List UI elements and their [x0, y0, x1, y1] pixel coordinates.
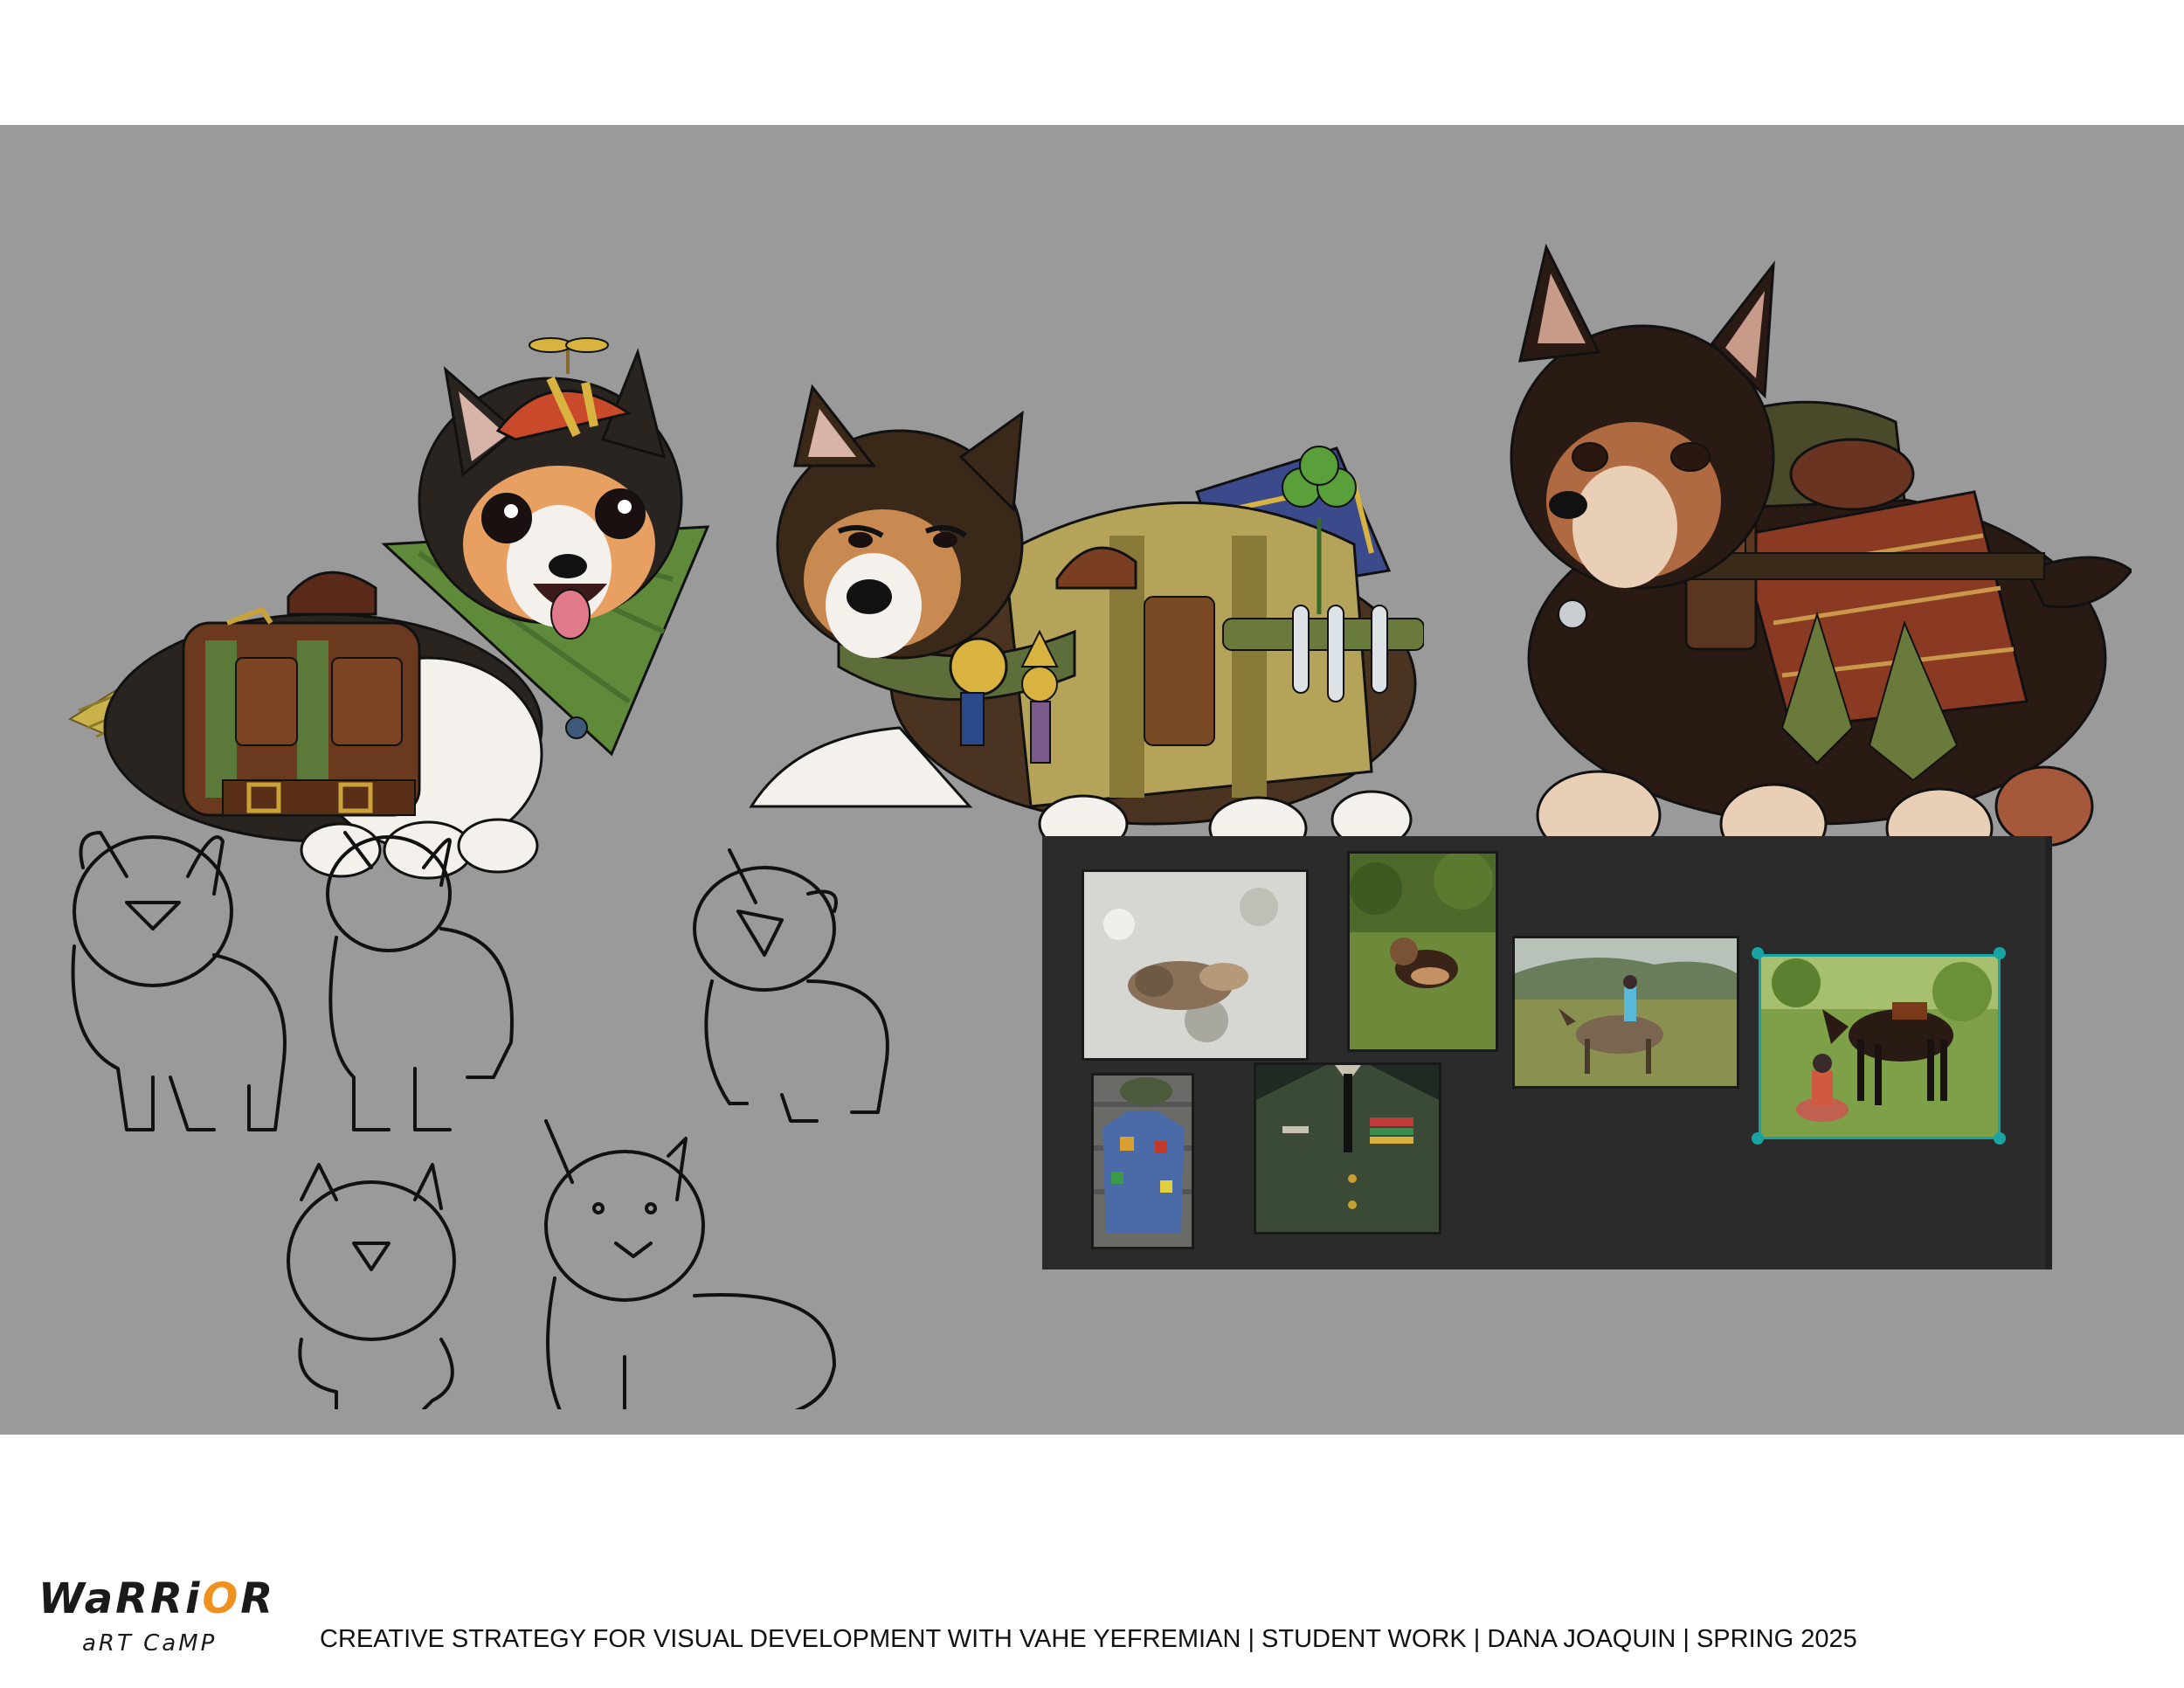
corgi-illustration-1	[67, 337, 710, 880]
photo-corgi-snow[interactable]	[1082, 869, 1309, 1061]
photo-corgi-grass[interactable]	[1347, 851, 1498, 1052]
sketch-1	[71, 831, 287, 1131]
reference-moodboard	[1042, 836, 2052, 1269]
corgi-illustration-2	[749, 384, 1424, 861]
logo-text-suffix: R	[240, 1574, 276, 1623]
sketch-2	[326, 831, 514, 1131]
photo-military-uniform[interactable]	[1254, 1062, 1441, 1235]
sketch-3	[693, 848, 889, 1123]
selection-handle-bottom-right[interactable]	[1994, 1132, 2006, 1145]
photo-rider-horse[interactable]	[1512, 936, 1739, 1089]
selection-handle-bottom-left[interactable]	[1752, 1132, 1764, 1145]
artboard-panel	[0, 125, 2184, 1435]
selection-handle-top-left[interactable]	[1752, 947, 1764, 959]
photo-girl-with-horse[interactable]	[1759, 954, 2001, 1139]
logo-subtitle: aRT CaMP	[82, 1630, 218, 1657]
sketch-4	[287, 1163, 456, 1409]
corgi-sketches	[71, 831, 889, 1409]
selection-handle-top-right[interactable]	[1994, 947, 2006, 959]
warrior-logo: WaRRiOR	[38, 1574, 275, 1623]
corgi-illustration-3	[1510, 243, 2132, 869]
logo-text-prefix: WaRRi	[38, 1574, 203, 1623]
sketch-5	[544, 1119, 836, 1409]
logo-o-letter: O	[202, 1574, 241, 1623]
photo-scout-uniform[interactable]	[1091, 1073, 1194, 1249]
course-credits: CREATIVE STRATEGY FOR VISUAL DEVELOPMENT…	[320, 1625, 1857, 1653]
